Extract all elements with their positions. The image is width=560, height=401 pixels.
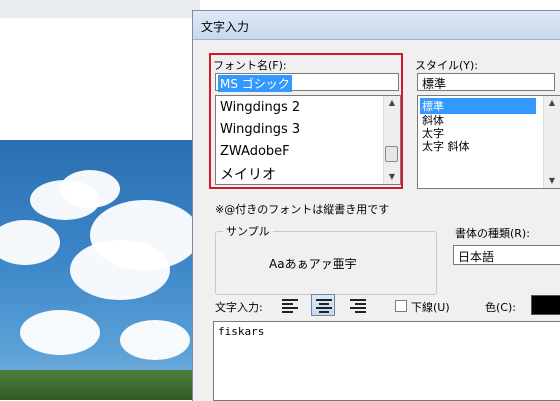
font-list-scrollbar[interactable]: ▲ ▼ — [383, 96, 400, 184]
scroll-up-icon[interactable]: ▲ — [384, 96, 400, 110]
sky-photo — [0, 140, 200, 400]
dialog-title: 文字入力 — [201, 20, 250, 34]
style-input[interactable]: 標準 — [417, 73, 555, 91]
background-canvas-area — [0, 18, 200, 140]
align-left-button[interactable] — [277, 294, 301, 316]
text-input-label: 文字入力: — [215, 301, 263, 314]
color-label: 色(C): — [485, 301, 516, 314]
font-name-label: フォント名(F): — [213, 59, 287, 72]
underline-label: 下線(U) — [411, 301, 450, 314]
style-label: スタイル(Y): — [415, 59, 479, 72]
style-list-item[interactable]: 太字 斜体 — [422, 138, 470, 154]
text-input-area[interactable]: fiskars — [213, 321, 560, 401]
font-name-value: MS ゴシック — [218, 75, 292, 92]
background-window-edge — [0, 0, 200, 18]
scroll-thumb[interactable] — [385, 146, 398, 162]
sample-text: Aaあぁアァ亜宇 — [269, 257, 357, 271]
scroll-down-icon[interactable]: ▼ — [384, 170, 400, 184]
style-list[interactable]: 標準 斜体 太字 太字 斜体 ▲ ▼ — [417, 95, 560, 189]
scroll-down-icon[interactable]: ▼ — [544, 174, 560, 188]
script-select[interactable]: 日本語 — [453, 245, 560, 265]
script-label: 書体の種類(R): — [455, 227, 530, 240]
font-name-input[interactable]: MS ゴシック — [215, 73, 399, 92]
font-list-item[interactable]: ZWAdobeF — [220, 144, 290, 159]
font-list-item[interactable]: メイリオ — [220, 164, 276, 184]
align-center-button[interactable] — [311, 294, 335, 316]
cloud — [0, 220, 60, 265]
text-input-dialog: 文字入力 フォント名(F): MS ゴシック Wingdings 2 Wingd… — [192, 10, 560, 401]
cloud — [70, 240, 170, 300]
color-swatch[interactable] — [531, 295, 560, 315]
align-left-icon — [282, 299, 298, 313]
cloud — [120, 320, 190, 360]
align-center-icon — [316, 299, 332, 313]
text-input-value: fiskars — [218, 325, 265, 338]
style-list-scrollbar[interactable]: ▲ ▼ — [543, 96, 560, 188]
font-list-item[interactable]: Wingdings 2 — [220, 100, 300, 115]
align-right-icon — [350, 299, 366, 313]
script-value: 日本語 — [458, 250, 495, 264]
sample-label: サンプル — [223, 223, 273, 239]
dialog-titlebar[interactable]: 文字入力 — [193, 11, 560, 40]
style-value: 標準 — [422, 77, 447, 91]
align-right-button[interactable] — [345, 294, 369, 316]
cloud — [60, 170, 120, 208]
vertical-font-note: ※@付きのフォントは縦書き用です — [215, 203, 390, 216]
font-list[interactable]: Wingdings 2 Wingdings 3 ZWAdobeF メイリオ ▲ … — [215, 95, 401, 185]
font-list-item[interactable]: Wingdings 3 — [220, 122, 300, 137]
scroll-up-icon[interactable]: ▲ — [544, 96, 560, 110]
tree-line — [0, 370, 200, 400]
underline-checkbox[interactable] — [395, 300, 407, 312]
cloud — [20, 310, 100, 355]
